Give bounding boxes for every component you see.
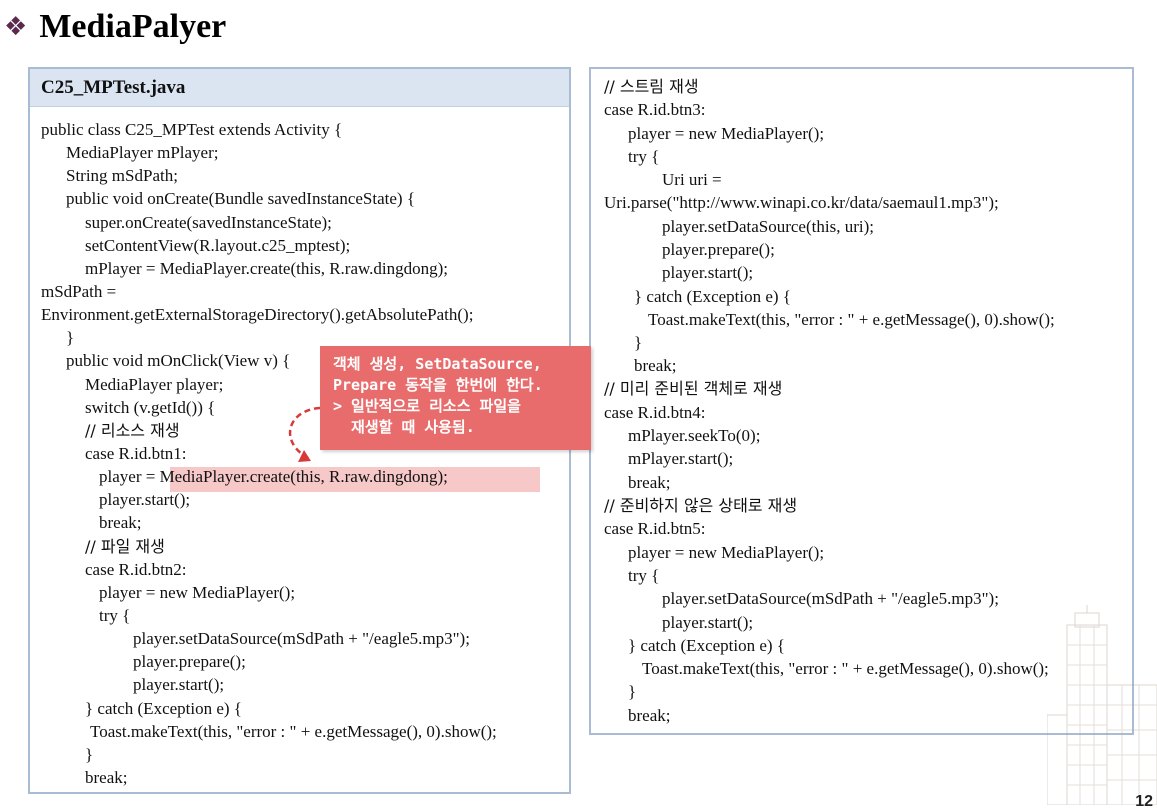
code-line: } <box>66 328 75 347</box>
code-line: break; <box>628 473 671 492</box>
code-line: try { <box>628 566 660 585</box>
code-comment: // 파일 재생 <box>85 537 165 556</box>
code-line: try { <box>628 147 660 166</box>
code-line: player = new MediaPlayer(); <box>99 583 296 602</box>
code-line: switch (v.getId()) { <box>85 398 216 417</box>
code-line: player.setDataSource(this, uri); <box>662 217 874 236</box>
code-line: MediaPlayer player; <box>85 375 224 394</box>
code-line: player.start(); <box>133 675 225 694</box>
code-line: player.prepare(); <box>662 240 775 259</box>
code-line: mPlayer.seekTo(0); <box>628 426 761 445</box>
code-line: case R.id.btn3: <box>604 100 706 119</box>
code-line: case R.id.btn4: <box>604 403 706 422</box>
code-comment: // 준비하지 않은 상태로 재생 <box>604 496 798 515</box>
code-line: Environment.getExternalStorageDirectory(… <box>41 305 474 324</box>
code-comment: // 미리 준비된 객체로 재생 <box>604 379 783 398</box>
code-line: } <box>628 682 637 701</box>
code-line: break; <box>99 513 142 532</box>
code-line: Toast.makeText(this, "error : " + e.getM… <box>90 722 497 741</box>
code-line: super.onCreate(savedInstanceState); <box>85 213 332 232</box>
code-line: player.setDataSource(mSdPath + "/eagle5.… <box>133 629 470 648</box>
callout-line: 객체 생성, SetDataSource, <box>333 355 542 373</box>
diamond-bullet-icon: ❖ <box>4 12 28 42</box>
page-number: 12 <box>1135 793 1153 810</box>
code-line: mPlayer.start(); <box>628 449 734 468</box>
code-line: player.start(); <box>662 613 754 632</box>
code-line: case R.id.btn1: <box>85 444 187 463</box>
code-line: Toast.makeText(this, "error : " + e.getM… <box>648 310 1055 329</box>
code-line: player = MediaPlayer.create(this, R.raw.… <box>99 467 448 486</box>
code-line: } catch (Exception e) { <box>85 699 242 718</box>
slide-title: ❖ MediaPalyer <box>4 6 226 48</box>
code-line: try { <box>99 606 131 625</box>
explanation-callout: 객체 생성, SetDataSource, Prepare 동작을 한번에 한다… <box>320 346 591 450</box>
code-line: Uri.parse("http://www.winapi.co.kr/data/… <box>604 193 999 212</box>
code-comment: // 스트림 재생 <box>604 77 699 96</box>
code-line: Toast.makeText(this, "error : " + e.getM… <box>642 659 1049 678</box>
code-line: player = new MediaPlayer(); <box>628 543 825 562</box>
code-line: player.prepare(); <box>133 652 246 671</box>
code-line: player = new MediaPlayer(); <box>628 124 825 143</box>
callout-line: > 일반적으로 리소스 파일을 <box>333 397 521 415</box>
code-line: case R.id.btn2: <box>85 560 187 579</box>
code-line: case R.id.btn5: <box>604 519 706 538</box>
code-line: break; <box>634 356 677 375</box>
code-line: break; <box>628 706 671 725</box>
callout-line: 재생할 때 사용됨. <box>333 418 475 436</box>
code-line: player.setDataSource(mSdPath + "/eagle5.… <box>662 589 999 608</box>
code-line: public void onCreate(Bundle savedInstanc… <box>66 189 415 208</box>
code-line: MediaPlayer mPlayer; <box>66 143 219 162</box>
code-line: public void mOnClick(View v) { <box>66 351 291 370</box>
callout-line: Prepare 동작을 한번에 한다. <box>333 376 543 394</box>
code-line: public class C25_MPTest extends Activity… <box>41 120 343 139</box>
code-line: } catch (Exception e) { <box>628 636 785 655</box>
code-line: } catch (Exception e) { <box>634 287 791 306</box>
code-line: mPlayer = MediaPlayer.create(this, R.raw… <box>85 259 449 278</box>
code-line: } <box>634 333 643 352</box>
code-line: mSdPath = <box>41 282 117 301</box>
code-line: Uri uri = <box>662 170 722 189</box>
code-comment: // 리소스 재생 <box>85 421 180 440</box>
file-name-header: C25_MPTest.java <box>30 69 569 107</box>
page-title: MediaPalyer <box>39 8 227 45</box>
code-line: String mSdPath; <box>66 166 178 185</box>
code-line: } <box>85 745 94 764</box>
code-line: break; <box>85 768 128 787</box>
building-watermark <box>1047 605 1157 805</box>
code-line: setContentView(R.layout.c25_mptest); <box>85 236 351 255</box>
code-line: player.start(); <box>662 263 754 282</box>
